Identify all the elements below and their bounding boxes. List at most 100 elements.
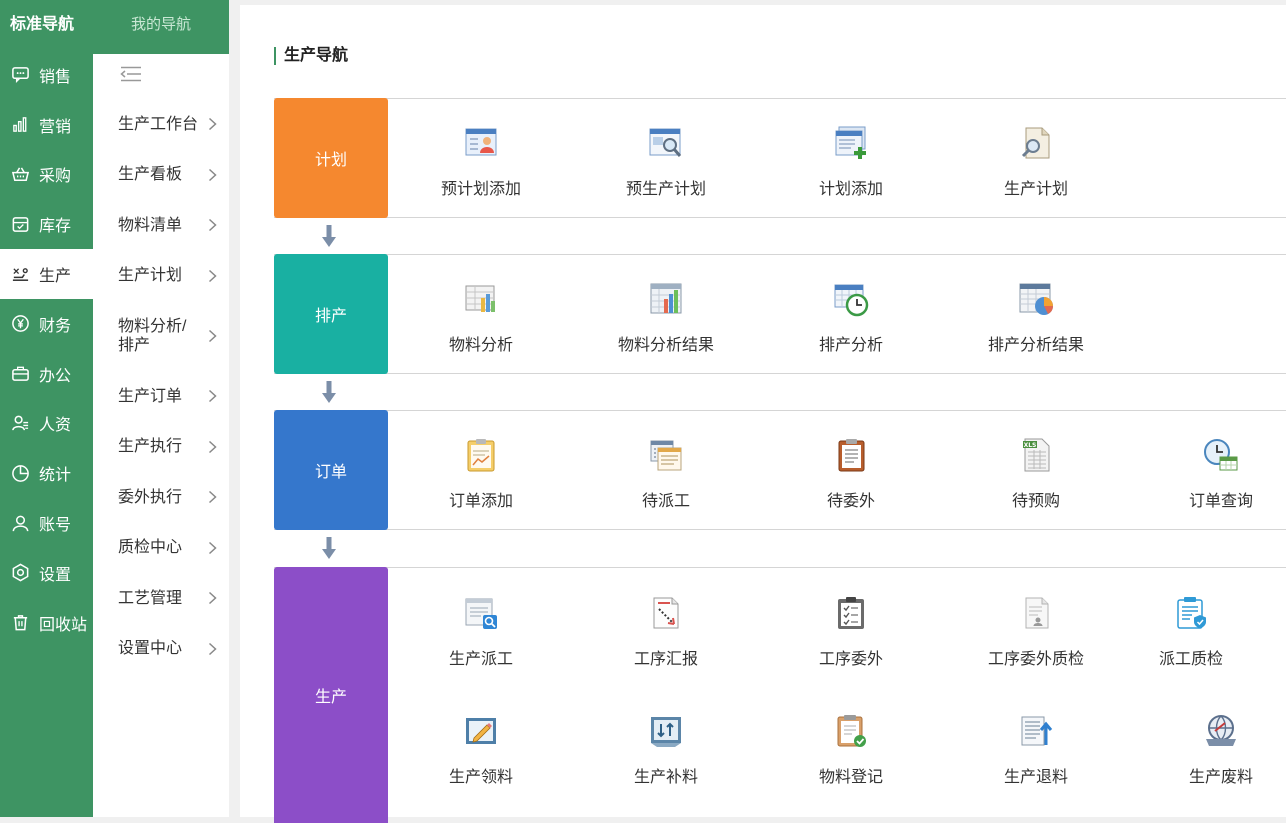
subnav-item-process[interactable]: 工艺管理 (93, 573, 229, 624)
pencil-frame-icon (463, 713, 499, 749)
subnav-item-label: 物料分析/排产 (118, 318, 187, 354)
shortcut-scheduling-analysis[interactable]: 排产分析 (776, 281, 926, 355)
chevron-right-icon (208, 592, 217, 605)
shortcut-pending-outsourcing[interactable]: 待委外 (776, 437, 926, 511)
nav-item-label: 账号 (39, 517, 72, 535)
shortcut-label: 待委外 (826, 493, 875, 510)
shortcut-process-report[interactable]: 工序汇报 (591, 595, 741, 669)
chevron-right-icon (208, 541, 217, 554)
shortcut-pending-dispatch[interactable]: 待派工 (591, 437, 741, 511)
shortcut-label: 生产废料 (1188, 769, 1253, 786)
shortcut-scheduling-analysis-result[interactable]: 排产分析结果 (961, 281, 1111, 355)
shortcut-material-analysis[interactable]: 物料分析 (406, 281, 556, 355)
subnav-item-order[interactable]: 生产订单 (93, 371, 229, 422)
shortcut-material-analysis-result[interactable]: 物料分析结果 (591, 281, 741, 355)
subnav-item-qc-center[interactable]: 质检中心 (93, 523, 229, 574)
shortcut-material-supplement[interactable]: 生产补料 (591, 713, 741, 787)
shortcut-process-outsourcing[interactable]: 工序委外 (776, 595, 926, 669)
subnav-item-plan[interactable]: 生产计划 (93, 251, 229, 302)
person-icon (10, 513, 30, 533)
shortcut-label: 派工质检 (1158, 651, 1223, 668)
section-order: 订单 订单添加 待派工 待委外 XLS 待预购 订单查询 (274, 410, 1286, 530)
chevron-right-icon (208, 118, 217, 131)
shortcut-label: 工序汇报 (633, 651, 698, 668)
shortcut-material-return[interactable]: 生产退料 (961, 713, 1111, 787)
nav-item-marketing[interactable]: 营销 (0, 100, 93, 150)
nav-item-label: 办公 (39, 367, 72, 385)
shortcut-order-add[interactable]: 订单添加 (406, 437, 556, 511)
shortcut-dispatch-qc[interactable]: 派工质检 (1116, 595, 1266, 669)
subnav-item-execution[interactable]: 生产执行 (93, 422, 229, 473)
shortcut-label: 生产计划 (1003, 181, 1068, 198)
subnav-item-outsourcing[interactable]: 委外执行 (93, 472, 229, 523)
shortcut-pre-production-plan[interactable]: 预生产计划 (591, 125, 741, 199)
subnav-item-label: 设置中心 (118, 640, 183, 658)
section-scheduling: 排产 物料分析 物料分析结果 排产分析 排产分析结果 (274, 254, 1286, 374)
document-search-badge-icon (463, 595, 499, 631)
nav-item-account[interactable]: 账号 (0, 498, 93, 548)
shortcut-label: 物料分析结果 (617, 337, 714, 354)
chevron-right-icon (208, 642, 217, 655)
nav-item-inventory[interactable]: 库存 (0, 199, 93, 249)
nav-item-finance[interactable]: 财务 (0, 299, 93, 349)
shortcut-material-issue[interactable]: 生产领料 (406, 713, 556, 787)
shortcut-label: 生产退料 (1003, 769, 1068, 786)
clock-table-icon (1203, 437, 1239, 473)
shortcut-pre-plan-add[interactable]: 预计划添加 (406, 125, 556, 199)
section-tag-plan: 计划 (274, 98, 388, 218)
nav-item-hr[interactable]: 人资 (0, 399, 93, 449)
chevron-right-icon (208, 219, 217, 232)
shortcut-material-register[interactable]: 物料登记 (776, 713, 926, 787)
nav-item-recycle-bin[interactable]: 回收站 (0, 598, 93, 648)
chevron-right-icon (208, 390, 217, 403)
clipboard-chart-icon (463, 437, 499, 473)
subnav-item-label: 工艺管理 (118, 589, 183, 607)
my-nav-header[interactable]: 我的导航 (93, 0, 229, 54)
shortcut-label: 物料登记 (818, 769, 883, 786)
nav-item-purchase[interactable]: 采购 (0, 150, 93, 200)
nav-item-settings[interactable]: 设置 (0, 548, 93, 598)
spreadsheet-chart-icon (648, 281, 684, 317)
report-arrow-icon (648, 595, 684, 631)
subnav-item-label: 生产工作台 (118, 115, 199, 133)
nav-item-label: 回收站 (39, 616, 88, 634)
nav-item-statistics[interactable]: 统计 (0, 448, 93, 498)
subnav-item-bom[interactable]: 物料清单 (93, 200, 229, 251)
shortcut-production-plan[interactable]: 生产计划 (961, 125, 1111, 199)
subnav-item-workbench[interactable]: 生产工作台 (93, 99, 229, 150)
subnav-item-material-analysis[interactable]: 物料分析/排产 (93, 301, 229, 371)
subnav-item-label: 物料清单 (118, 216, 183, 234)
shortcut-label: 待预购 (1011, 493, 1060, 510)
nav-item-office[interactable]: 办公 (0, 349, 93, 399)
shortcut-label: 工序委外 (818, 651, 883, 668)
subnav-item-label: 生产订单 (118, 387, 183, 405)
checklist-icon (833, 595, 869, 631)
subnav-item-board[interactable]: 生产看板 (93, 150, 229, 201)
factory-icon (10, 264, 30, 284)
nav-item-sales[interactable]: 销售 (0, 50, 93, 100)
basket-icon (10, 164, 30, 184)
section-tag-production: 生产 (274, 567, 388, 823)
shortcut-production-dispatch[interactable]: 生产派工 (406, 595, 556, 669)
subnav-item-settings-center[interactable]: 设置中心 (93, 624, 229, 675)
nav-item-production[interactable]: 生产 (0, 249, 93, 299)
shortcut-plan-add[interactable]: 计划添加 (776, 125, 926, 199)
collapse-menu-button[interactable] (93, 54, 229, 99)
shortcut-process-outsourcing-qc[interactable]: 工序委外质检 (961, 595, 1111, 669)
shortcut-pending-prepurchase[interactable]: XLS 待预购 (961, 437, 1111, 511)
brand-title[interactable]: 标准导航 (0, 0, 93, 50)
shortcut-order-query[interactable]: 订单查询 (1146, 437, 1286, 511)
secondary-sidebar: 我的导航 生产工作台 生产看板 物料清单 生产计划 物料分析/排产 生产订单 生… (93, 0, 229, 817)
shortcut-production-scrap[interactable]: 生产废料 (1146, 713, 1286, 787)
section-production: 生产 生产派工 工序汇报 工序委外 工序委外质检 派工质检 生产领料 生产补料 (274, 567, 1286, 823)
search-window-icon (648, 125, 684, 161)
nav-item-label: 设置 (39, 566, 72, 584)
indent-icon (120, 66, 142, 87)
xls-label: XLS (1024, 442, 1037, 449)
page-title: 生产导航 (274, 47, 348, 65)
yen-icon (10, 314, 30, 334)
nav-item-label: 采购 (39, 168, 72, 186)
main-sidebar: 标准导航 销售 营销 采购 库存 生产 财务 办公 人资 统计 账号 设置 回收… (0, 0, 93, 817)
shortcut-label: 排产分析结果 (987, 337, 1084, 354)
shortcut-label: 订单查询 (1188, 493, 1253, 510)
